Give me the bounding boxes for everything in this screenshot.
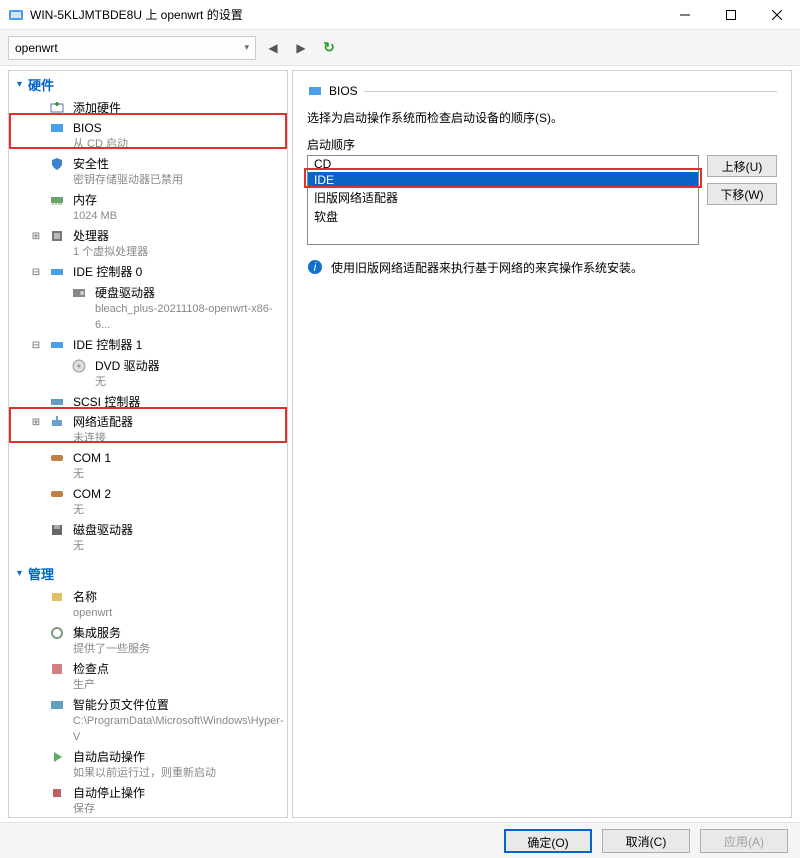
chevron-down-icon: ▾ [244,42,249,53]
tag-icon [49,589,65,605]
vm-selector[interactable]: openwrt ▾ [8,36,256,60]
ok-button[interactable]: 确定(O) [504,829,592,853]
chip-icon [49,120,65,136]
tree-item-bios[interactable]: BIOS从 CD 启动 [9,118,287,154]
settings-panel: BIOS 选择为启动操作系统而检查启动设备的顺序(S)。 启动顺序 CD IDE… [292,70,792,818]
chevron-down-icon: ▾ [17,79,22,90]
tree-item-autostop[interactable]: 自动停止操作保存 [9,783,287,818]
paging-icon [49,697,65,713]
collapse-icon[interactable]: ⊟ [31,338,41,354]
tree-item-hdd[interactable]: 硬盘驱动器bleach_plus-20211108-openwrt-x86-6.… [9,283,287,335]
prev-button[interactable]: ◀ [262,37,284,59]
controller-icon [49,264,65,280]
maximize-button[interactable] [708,0,754,29]
tree-item-ide1[interactable]: ⊟ IDE 控制器 1 [9,335,287,356]
tree-item-com1[interactable]: COM 1无 [9,448,287,484]
memory-icon [49,192,65,208]
tree-item-dvd[interactable]: DVD 驱动器无 [9,356,287,392]
serial-icon [49,450,65,466]
info-icon: i [307,259,323,275]
tree-item-memory[interactable]: 内存1024 MB [9,190,287,226]
tree-item-floppy[interactable]: 磁盘驱动器无 [9,520,287,556]
svg-text:i: i [314,260,317,274]
group-hardware[interactable]: ▾ 硬件 [9,71,287,98]
group-management[interactable]: ▾ 管理 [9,560,287,587]
move-down-button[interactable]: 下移(W) [707,183,777,205]
next-button[interactable]: ▶ [290,37,312,59]
hdd-icon [71,285,87,301]
tree-item-integration[interactable]: 集成服务提供了一些服务 [9,623,287,659]
tree-item-security[interactable]: 安全性密钥存储驱动器已禁用 [9,154,287,190]
move-up-button[interactable]: 上移(U) [707,155,777,177]
divider [364,91,777,92]
tree-item-name[interactable]: 名称openwrt [9,587,287,623]
boot-order-label: 启动顺序 [307,136,777,153]
network-icon [49,414,65,430]
list-item[interactable]: IDE [308,172,698,188]
floppy-icon [49,522,65,538]
info-text: 使用旧版网络适配器来执行基于网络的来宾操作系统安装。 [331,259,643,276]
cpu-icon [49,228,65,244]
tree-item-network[interactable]: ⊞ 网络适配器未连接 [9,412,287,448]
add-hardware-icon [49,100,65,116]
panel-description: 选择为启动操作系统而检查启动设备的顺序(S)。 [307,109,777,126]
serial-icon [49,486,65,502]
list-item[interactable]: 软盘 [308,207,698,226]
tree-item-cpu[interactable]: ⊞ 处理器1 个虚拟处理器 [9,226,287,262]
settings-tree: ▾ 硬件 添加硬件 BIOS从 CD 启动 安全性密钥存储驱动器已禁用 内存10… [8,70,288,818]
vm-selector-label: openwrt [15,41,58,55]
chevron-down-icon: ▾ [17,568,22,579]
apply-button[interactable]: 应用(A) [700,829,788,853]
disc-icon [71,358,87,374]
refresh-button[interactable]: ↻ [318,37,340,59]
boot-order-list[interactable]: CD IDE 旧版网络适配器 软盘 [307,155,699,245]
tree-item-smartpaging[interactable]: 智能分页文件位置C:\ProgramData\Microsoft\Windows… [9,695,287,747]
list-item[interactable]: 旧版网络适配器 [308,188,698,207]
controller-icon [49,337,65,353]
chip-icon [307,83,323,99]
autostart-icon [49,749,65,765]
expand-icon[interactable]: ⊞ [31,415,41,431]
tree-item-com2[interactable]: COM 2无 [9,484,287,520]
minimize-button[interactable] [662,0,708,29]
scsi-icon [49,394,65,410]
tree-item-ide0[interactable]: ⊟ IDE 控制器 0 [9,262,287,283]
tree-item-add-hardware[interactable]: 添加硬件 [9,98,287,118]
tree-item-checkpoint[interactable]: 检查点生产 [9,659,287,695]
cancel-button[interactable]: 取消(C) [602,829,690,853]
expand-icon[interactable]: ⊞ [31,229,41,245]
close-button[interactable] [754,0,800,29]
collapse-icon[interactable]: ⊟ [31,265,41,281]
app-icon [8,7,24,23]
checkpoint-icon [49,661,65,677]
tree-item-autostart[interactable]: 自动启动操作如果以前运行过，则重新启动 [9,747,287,783]
services-icon [49,625,65,641]
shield-icon [49,156,65,172]
window-title: WIN-5KLJMTBDE8U 上 openwrt 的设置 [30,6,662,23]
autostop-icon [49,785,65,801]
tree-item-scsi[interactable]: SCSI 控制器 [9,392,287,412]
list-item[interactable]: CD [308,156,698,172]
panel-title: BIOS [329,84,358,98]
